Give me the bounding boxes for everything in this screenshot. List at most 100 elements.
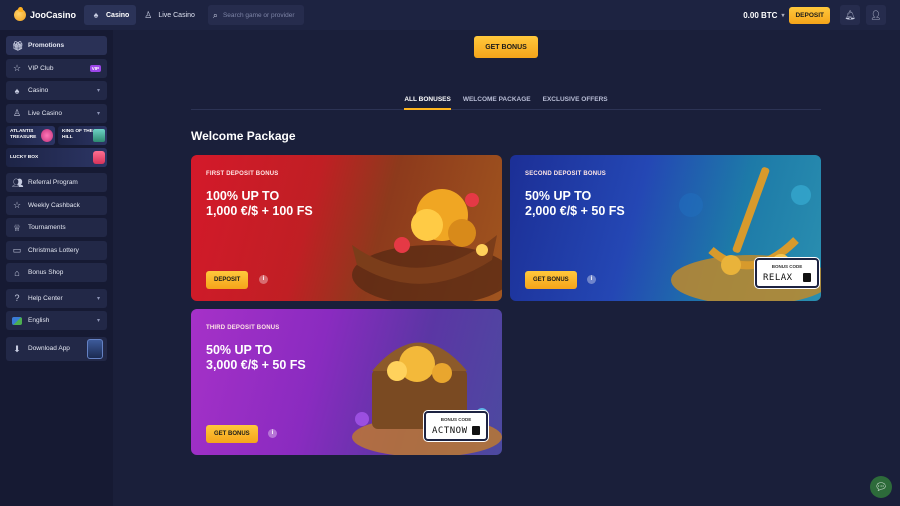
star-icon: ☆ [12, 200, 22, 210]
bell-icon: 🔔︎ [844, 9, 856, 20]
tab-welcome-package[interactable]: WELCOME PACKAGE [463, 96, 531, 110]
get-bonus-button[interactable]: GET BONUS [525, 271, 577, 289]
copy-icon[interactable] [803, 273, 811, 282]
balance-value: 0.00 BTC [743, 10, 778, 20]
chevron-down-icon: ▾ [96, 295, 100, 302]
bonus-code-value: ACTNOW [432, 426, 468, 436]
bonus-tabs: ALL BONUSES WELCOME PACKAGE EXCLUSIVE OF… [191, 96, 821, 110]
deposit-button[interactable]: DEPOSIT [789, 6, 830, 24]
people-icon: 👥︎ [12, 177, 24, 188]
sidebar-item-label: Promotions [28, 42, 65, 49]
help-icon: ? [14, 293, 20, 303]
tab-all-bonuses[interactable]: ALL BONUSES [404, 96, 451, 110]
bonus-code-value: RELAX [763, 273, 793, 283]
tab-casino[interactable]: ♠ Casino [84, 5, 137, 25]
chat-icon: 💬︎ [874, 481, 888, 493]
card-kicker: THIRD DEPOSIT BONUS [206, 325, 280, 331]
sidebar-item-tournaments[interactable]: ♕ Tournaments [6, 218, 107, 237]
spade-icon: ♠ [93, 10, 99, 20]
bonus-card-third-deposit[interactable]: THIRD DEPOSIT BONUS 50% UP TO 3,000 €/$ … [191, 309, 502, 455]
profile-button[interactable]: 👤︎ [866, 5, 886, 25]
sidebar-item-help-center[interactable]: ? Help Center ▾ [6, 288, 107, 308]
sidebar-item-label: Casino [28, 87, 49, 94]
atlantis-art-icon [41, 129, 53, 142]
card-headline-line1: 100% UP TO [206, 189, 280, 203]
sidebar-item-christmas-lottery[interactable]: ▭ Christmas Lottery [6, 240, 107, 260]
sidebar-item-label: Help Center [28, 294, 63, 302]
sidebar-item-label: Referral Program [28, 179, 78, 186]
card-headline-line2: 3,000 €/$ + 50 FS [206, 358, 306, 372]
sidebar-item-vip-club[interactable]: ☆ VIP Club VIP [6, 58, 107, 78]
card-headline: 50% UP TO 3,000 €/$ + 50 FS [206, 343, 306, 373]
notifications-button[interactable]: 🔔︎ [840, 5, 860, 25]
search-input[interactable] [222, 11, 301, 19]
card-headline-line2: 1,000 €/$ + 100 FS [206, 204, 313, 218]
card-headline-line2: 2,000 €/$ + 50 FS [525, 204, 625, 218]
info-icon[interactable]: i [587, 275, 596, 284]
get-bonus-button[interactable]: GET BONUS [206, 425, 258, 443]
tab-live-casino[interactable]: ♙ Live Casino [136, 5, 202, 25]
sidebar-item-referral-program[interactable]: 👥︎ Referral Program [6, 173, 107, 192]
gift-icon: 🎁︎ [12, 40, 24, 51]
chevron-down-icon: ▾ [96, 110, 100, 117]
mountain-art-icon [93, 129, 105, 142]
spade-icon: ♠ [14, 85, 20, 96]
bonus-card-first-deposit[interactable]: FIRST DEPOSIT BONUS 100% UP TO 1,000 €/$… [191, 155, 502, 301]
shop-icon: ⌂ [14, 267, 20, 278]
tile-atlantis-treasure[interactable]: ATLANTIS TREASURE [6, 126, 55, 145]
sidebar-item-label: Live Casino [28, 109, 62, 117]
trophy-icon: ♕ [12, 222, 22, 233]
section-title: Welcome Package [191, 129, 296, 143]
get-bonus-button[interactable]: GET BONUS [474, 36, 538, 58]
tile-label: KING OF THE HILL [62, 129, 93, 140]
bonus-code-box[interactable]: BONUS CODE ACTNOW [424, 411, 488, 441]
balance-selector[interactable]: 0.00 BTC ▾ [743, 11, 784, 20]
phone-art-icon [87, 338, 103, 359]
bonus-code-box[interactable]: BONUS CODE RELAX [755, 258, 819, 288]
sidebar-item-label: Weekly Cashback [28, 201, 80, 209]
sidebar-item-label: Christmas Lottery [28, 246, 79, 254]
treasure-ship-art [352, 189, 502, 301]
deposit-bonus-button[interactable]: DEPOSIT [206, 271, 249, 289]
info-icon[interactable]: i [268, 429, 277, 438]
ticket-icon: ▭ [12, 245, 22, 255]
bonus-code-caption: BONUS CODE [771, 264, 803, 269]
sidebar-item-label: Bonus Shop [28, 269, 64, 276]
sidebar-item-casino[interactable]: ♠ Casino ▾ [6, 81, 107, 100]
brand-logo-icon [14, 7, 26, 21]
card-kicker: SECOND DEPOSIT BONUS [525, 171, 607, 177]
tile-lucky-box[interactable]: LUCKY BOX [6, 148, 107, 167]
download-icon: ⬇︎ [13, 343, 21, 354]
main-content: GET BONUS ALL BONUSES WELCOME PACKAGE EX… [113, 30, 900, 506]
top-bar: JooCasino ♠ Casino ♙ Live Casino ⌕ 0.00 … [0, 0, 900, 30]
sidebar-item-live-casino[interactable]: ♙ Live Casino ▾ [6, 103, 107, 123]
download-app-label: Download App [28, 345, 70, 352]
chevron-down-icon: ▾ [96, 88, 100, 94]
user-star-icon: ☆ [12, 63, 22, 73]
gift-box-art-icon [93, 151, 105, 164]
bonus-card-second-deposit[interactable]: SECOND DEPOSIT BONUS 50% UP TO 2,000 €/$… [510, 155, 821, 301]
tab-live-casino-label: Live Casino [158, 11, 195, 19]
dealer-icon: ♙ [144, 10, 153, 20]
card-headline: 100% UP TO 1,000 €/$ + 100 FS [206, 189, 313, 219]
brand-name: JooCasino [30, 10, 77, 20]
search-box[interactable]: ⌕ [207, 5, 304, 25]
language-selector[interactable]: English ▾ [6, 311, 107, 330]
tile-king-of-the-hill[interactable]: KING OF THE HILL [58, 126, 107, 145]
support-chat-button[interactable]: 💬︎ [870, 476, 892, 498]
card-headline-line1: 50% UP TO [525, 189, 592, 203]
brand-logo[interactable]: JooCasino [14, 7, 84, 21]
vip-badge: VIP [89, 64, 101, 72]
card-kicker: FIRST DEPOSIT BONUS [206, 171, 279, 177]
info-icon[interactable]: i [259, 275, 268, 284]
sidebar-item-weekly-cashback[interactable]: ☆ Weekly Cashback [6, 195, 107, 215]
sidebar-item-promotions[interactable]: 🎁︎ Promotions [6, 36, 107, 55]
download-app-button[interactable]: ⬇︎ Download App [6, 336, 107, 361]
card-headline: 50% UP TO 2,000 €/$ + 50 FS [525, 189, 625, 219]
copy-icon[interactable] [472, 426, 480, 435]
chevron-down-icon: ▾ [96, 318, 100, 324]
sidebar-item-bonus-shop[interactable]: ⌂ Bonus Shop [6, 263, 107, 282]
tab-exclusive-offers[interactable]: EXCLUSIVE OFFERS [543, 96, 608, 110]
dealer-icon: ♙ [12, 108, 22, 118]
search-icon: ⌕ [212, 10, 218, 20]
